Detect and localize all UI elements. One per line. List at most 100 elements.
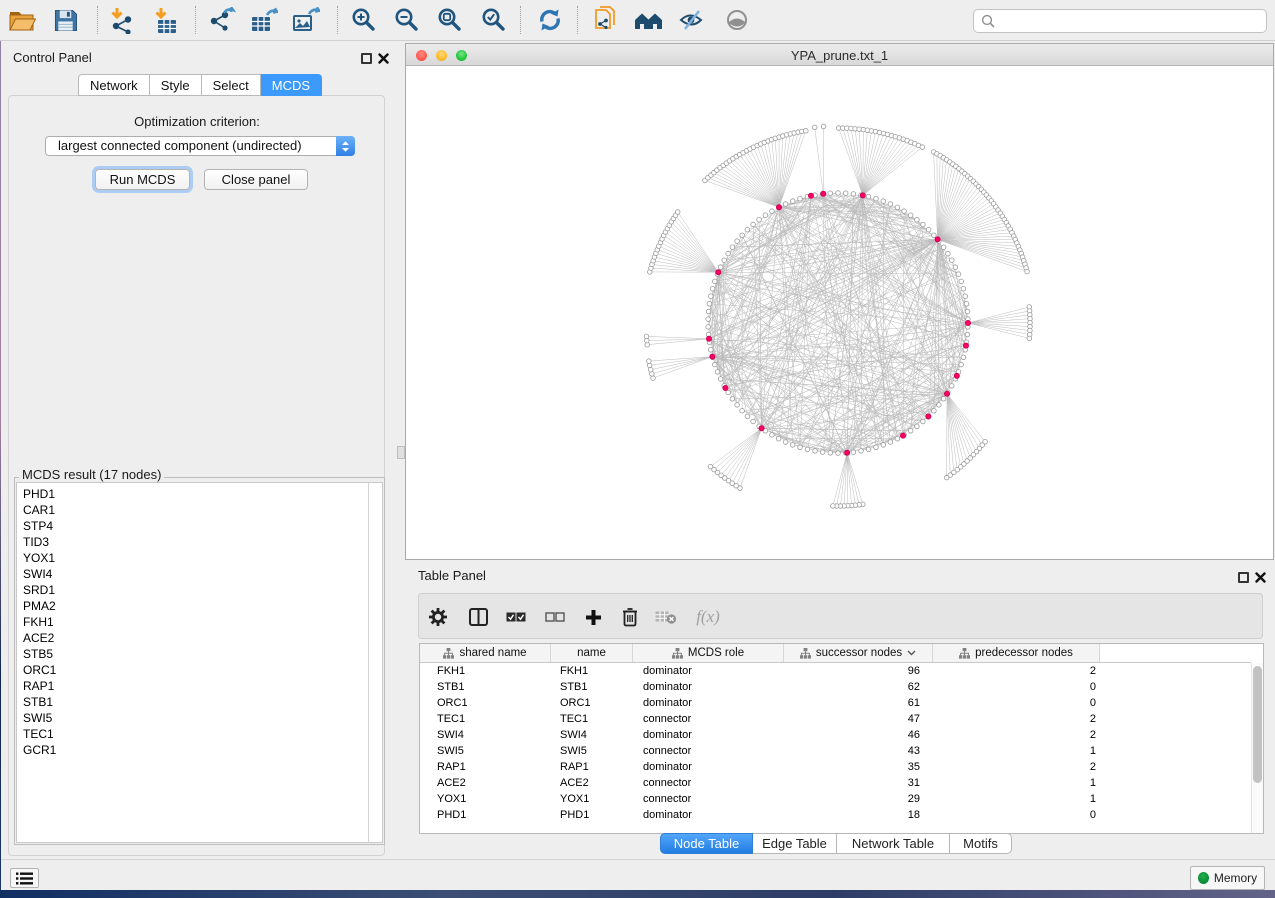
unselect-all-columns-icon[interactable] — [542, 604, 568, 630]
toolbar-separator — [577, 6, 578, 34]
table-row[interactable]: PHD1PHD1dominator180 — [420, 807, 1251, 823]
table-scrollbar[interactable] — [1251, 663, 1263, 833]
show-column-panel-icon[interactable] — [465, 604, 491, 630]
table-row[interactable]: STB1STB1dominator620 — [420, 679, 1251, 695]
search-field[interactable] — [973, 9, 1267, 33]
mcds-result-item[interactable]: STB5 — [17, 646, 382, 662]
zoom-out-icon[interactable] — [391, 5, 423, 35]
column-type-icon — [443, 648, 454, 659]
toolbar-separator — [97, 6, 98, 34]
task-history-button[interactable] — [10, 868, 39, 888]
table-body: FKH1FKH1dominator962STB1STB1dominator620… — [420, 663, 1251, 833]
create-column-icon[interactable] — [580, 604, 606, 630]
mcds-result-item[interactable]: GCR1 — [17, 742, 382, 758]
network-view-frame: YPA_prune.txt_1 — [405, 43, 1274, 560]
zoom-selected-icon[interactable] — [478, 5, 510, 35]
column-header-label: shared name — [459, 647, 526, 659]
mcds-result-item[interactable]: PMA2 — [17, 598, 382, 614]
import-network-icon[interactable] — [106, 5, 138, 35]
tab-mcds[interactable]: MCDS — [261, 74, 322, 96]
memory-status-icon — [1198, 872, 1209, 884]
control-panel-close-icon[interactable] — [378, 51, 389, 69]
criterion-value: largest connected component (undirected) — [58, 138, 302, 153]
table-scrollbar-thumb[interactable] — [1253, 666, 1262, 783]
show-all-icon[interactable] — [721, 5, 753, 35]
mcds-result-item[interactable]: FKH1 — [17, 614, 382, 630]
control-tabs: NetworkStyleSelectMCDS — [78, 74, 322, 96]
table-panel-close-icon[interactable] — [1255, 570, 1266, 588]
column-type-icon — [800, 648, 811, 659]
function-builder-icon[interactable]: f(x) — [691, 604, 725, 630]
close-panel-button[interactable]: Close panel — [204, 169, 308, 190]
column-header-predecessor-nodes[interactable]: predecessor nodes — [933, 644, 1100, 662]
export-network-icon[interactable] — [206, 5, 238, 35]
table-row[interactable]: FKH1FKH1dominator962 — [420, 663, 1251, 679]
mcds-result-item[interactable]: SWI5 — [17, 710, 382, 726]
column-header-label: name — [577, 647, 606, 659]
mcds-result-item[interactable]: STB1 — [17, 694, 382, 710]
mcds-result-item[interactable]: YOX1 — [17, 550, 382, 566]
mcds-result-item[interactable]: CAR1 — [17, 502, 382, 518]
first-neighbors-icon[interactable] — [633, 5, 665, 35]
zoom-fit-icon[interactable] — [434, 5, 466, 35]
select-all-columns-icon[interactable] — [503, 604, 529, 630]
mcds-result-item[interactable]: RAP1 — [17, 678, 382, 694]
table-panel: Table Panel f(x) — [394, 560, 1275, 859]
tab-network[interactable]: Network — [78, 74, 150, 96]
mcds-result-list[interactable]: PHD1CAR1STP4TID3YOX1SWI4SRD1PMA2FKH1ACE2… — [16, 482, 383, 843]
column-header-successor-nodes[interactable]: successor nodes — [784, 644, 933, 662]
desktop-background-edge — [0, 41, 1, 890]
column-header-name[interactable]: name — [551, 644, 633, 662]
table-row[interactable]: SWI5SWI5connector431 — [420, 743, 1251, 759]
mcds-result-item[interactable]: TEC1 — [17, 726, 382, 742]
table-row[interactable]: RAP1RAP1dominator352 — [420, 759, 1251, 775]
mcds-list-scrollbar[interactable] — [368, 483, 382, 842]
run-mcds-button[interactable]: Run MCDS — [95, 169, 190, 190]
toolbar-separator — [195, 6, 196, 34]
criterion-select[interactable]: largest connected component (undirected) — [45, 136, 355, 156]
table-row[interactable]: ACE2ACE2connector311 — [420, 775, 1251, 791]
apply-layout-icon[interactable] — [534, 5, 566, 35]
export-image-icon[interactable] — [290, 5, 322, 35]
vertical-splitter-handle[interactable] — [397, 446, 405, 459]
memory-label: Memory — [1214, 871, 1257, 885]
table-header-row: shared name name MCDS rolesuccessor nodesp… — [420, 644, 1251, 663]
delete-column-icon[interactable] — [617, 604, 643, 630]
table-row[interactable]: YOX1YOX1connector291 — [420, 791, 1251, 807]
table-panel-float-icon[interactable] — [1238, 570, 1249, 588]
control-panel-float-icon[interactable] — [361, 51, 372, 69]
table-row[interactable]: ORC1ORC1dominator610 — [420, 695, 1251, 711]
new-network-from-selection-icon[interactable] — [589, 5, 621, 35]
import-table-icon[interactable] — [150, 5, 182, 35]
search-input[interactable] — [1000, 14, 1266, 29]
save-session-icon[interactable] — [49, 5, 81, 35]
mcds-result-item[interactable]: SWI4 — [17, 566, 382, 582]
column-header-shared-name[interactable]: shared name — [420, 644, 551, 662]
open-file-icon[interactable] — [6, 5, 38, 35]
main-toolbar — [0, 0, 1275, 41]
column-header-MCDS-role[interactable]: MCDS role — [633, 644, 784, 662]
tab-style[interactable]: Style — [150, 74, 202, 96]
table-row[interactable]: TEC1TEC1connector472 — [420, 711, 1251, 727]
network-view-titlebar[interactable]: YPA_prune.txt_1 — [406, 44, 1273, 66]
tab-node-table[interactable]: Node Table — [660, 833, 753, 854]
mcds-result-box: PHD1CAR1STP4TID3YOX1SWI4SRD1PMA2FKH1ACE2… — [14, 477, 385, 845]
tab-network-table[interactable]: Network Table — [837, 833, 950, 854]
mcds-result-item[interactable]: ACE2 — [17, 630, 382, 646]
tab-edge-table[interactable]: Edge Table — [753, 833, 837, 854]
mcds-result-item[interactable]: PHD1 — [17, 486, 382, 502]
delete-table-icon[interactable] — [653, 604, 679, 630]
table-settings-gear-icon[interactable] — [425, 604, 451, 630]
mcds-result-item[interactable]: TID3 — [17, 534, 382, 550]
hide-selected-icon[interactable] — [676, 5, 708, 35]
mcds-result-item[interactable]: STP4 — [17, 518, 382, 534]
mcds-result-item[interactable]: SRD1 — [17, 582, 382, 598]
export-table-icon[interactable] — [248, 5, 280, 35]
tab-motifs[interactable]: Motifs — [950, 833, 1012, 854]
network-graph[interactable] — [406, 66, 1273, 559]
mcds-result-item[interactable]: ORC1 — [17, 662, 382, 678]
tab-select[interactable]: Select — [202, 74, 261, 96]
memory-button[interactable]: Memory — [1190, 866, 1265, 890]
zoom-in-icon[interactable] — [348, 5, 380, 35]
table-row[interactable]: SWI4SWI4dominator462 — [420, 727, 1251, 743]
